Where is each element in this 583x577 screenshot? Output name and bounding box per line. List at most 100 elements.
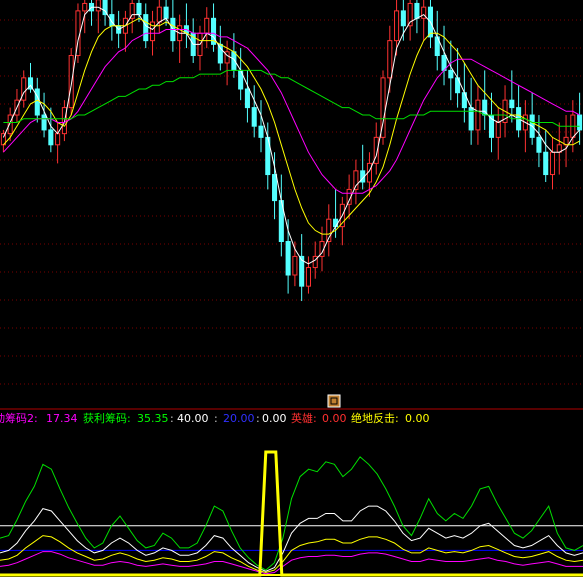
candle — [95, 0, 101, 34]
legend-value-1: 17.34 — [46, 412, 78, 425]
candle-body — [244, 88, 250, 109]
candle — [407, 0, 413, 41]
legend-sep-3: : — [170, 412, 174, 425]
legend-value-6: 0.00 — [405, 412, 430, 425]
candle — [448, 40, 454, 101]
candle — [82, 0, 88, 34]
candle — [529, 92, 535, 145]
legend-label-6: 绝地反击: — [351, 411, 399, 425]
candle-body — [400, 10, 406, 27]
candle-body — [448, 69, 454, 79]
indicator-line-yellow_line — [0, 535, 583, 574]
indicator-line-green — [0, 456, 583, 571]
legend-sep-4: : — [256, 412, 260, 425]
candle — [88, 0, 95, 26]
legend-sep-3b: : — [214, 412, 218, 425]
candle — [563, 115, 569, 168]
indicator-line-magenta — [0, 551, 583, 575]
candle — [549, 137, 556, 190]
chart-canvas: 动筹码2: 17.34 获利筹码: 35.35 : 40.00 : 20.00 … — [0, 0, 583, 577]
candle — [380, 70, 386, 145]
candle — [475, 85, 481, 145]
legend-value-4: 0.00 — [262, 412, 287, 425]
candle-body — [258, 125, 264, 138]
candle — [421, 0, 427, 41]
candle-body — [68, 55, 74, 109]
candle — [258, 100, 264, 153]
candle — [177, 14, 183, 63]
candle — [14, 89, 20, 123]
candle — [7, 107, 13, 142]
candle-body — [55, 133, 61, 146]
candle — [522, 100, 528, 153]
legend-value-5: 0.00 — [322, 412, 347, 425]
candle — [278, 174, 284, 257]
candle — [55, 122, 61, 164]
candle — [400, 0, 406, 41]
candle — [156, 0, 162, 34]
candle — [360, 144, 366, 190]
candle — [68, 48, 74, 116]
candle — [577, 92, 583, 145]
legend-value-3: 20.00 — [223, 412, 255, 425]
legend-label-5: 英雄: — [291, 411, 317, 425]
candle-body — [333, 218, 339, 228]
candle — [190, 18, 196, 63]
candle — [244, 70, 250, 123]
candle-body — [285, 241, 291, 276]
candle-body — [495, 121, 501, 138]
ma-line-ma_slow — [3, 29, 580, 194]
candle — [75, 3, 81, 63]
indicator-line-white — [0, 505, 583, 572]
candle-body — [136, 2, 142, 16]
candle-body — [414, 2, 420, 19]
candle-body — [34, 88, 40, 116]
candle — [482, 70, 488, 130]
candle — [204, 7, 210, 49]
candle-body — [475, 99, 481, 131]
candle — [414, 0, 420, 34]
candle-body — [156, 6, 162, 23]
indicator-lines — [0, 450, 583, 577]
candle — [353, 159, 359, 205]
candle-body — [41, 114, 47, 131]
legend-label-3: 40.00 — [177, 412, 209, 425]
candle-body — [292, 255, 298, 276]
indicator-line-pulse — [0, 450, 583, 577]
candle-body — [163, 6, 169, 19]
candle-body — [48, 129, 54, 146]
candle-body — [305, 267, 311, 287]
candle — [211, 3, 217, 52]
legend-label-2: 获利筹码: — [83, 411, 131, 425]
price-candles — [0, 0, 583, 302]
candle — [543, 129, 549, 182]
candle-body — [577, 114, 583, 131]
candle-body — [143, 14, 149, 42]
legend-label-1: 动筹码2: — [0, 411, 38, 425]
candle — [122, 10, 128, 52]
candle — [251, 85, 257, 138]
candle-body — [509, 99, 515, 109]
candle-body — [536, 136, 542, 153]
candle-body — [387, 40, 393, 79]
candle-body — [7, 114, 13, 135]
candle — [326, 204, 332, 257]
candle-body — [217, 43, 223, 64]
price-gridlines — [0, 19, 583, 385]
candle — [21, 70, 27, 108]
candle — [556, 122, 562, 175]
legend-value-2: 35.35 — [137, 412, 169, 425]
candle-body — [543, 151, 549, 176]
candle — [305, 256, 311, 294]
candle-body — [272, 174, 278, 202]
candle — [183, 3, 189, 49]
candle-body — [204, 17, 210, 34]
candle-body — [95, 0, 101, 12]
candle — [197, 25, 203, 71]
panel-toggle-button[interactable] — [327, 394, 341, 408]
candle-body — [549, 151, 556, 176]
candle-body — [82, 2, 88, 12]
candle-body — [394, 10, 400, 42]
candle-body — [251, 107, 257, 127]
candle — [516, 85, 522, 138]
